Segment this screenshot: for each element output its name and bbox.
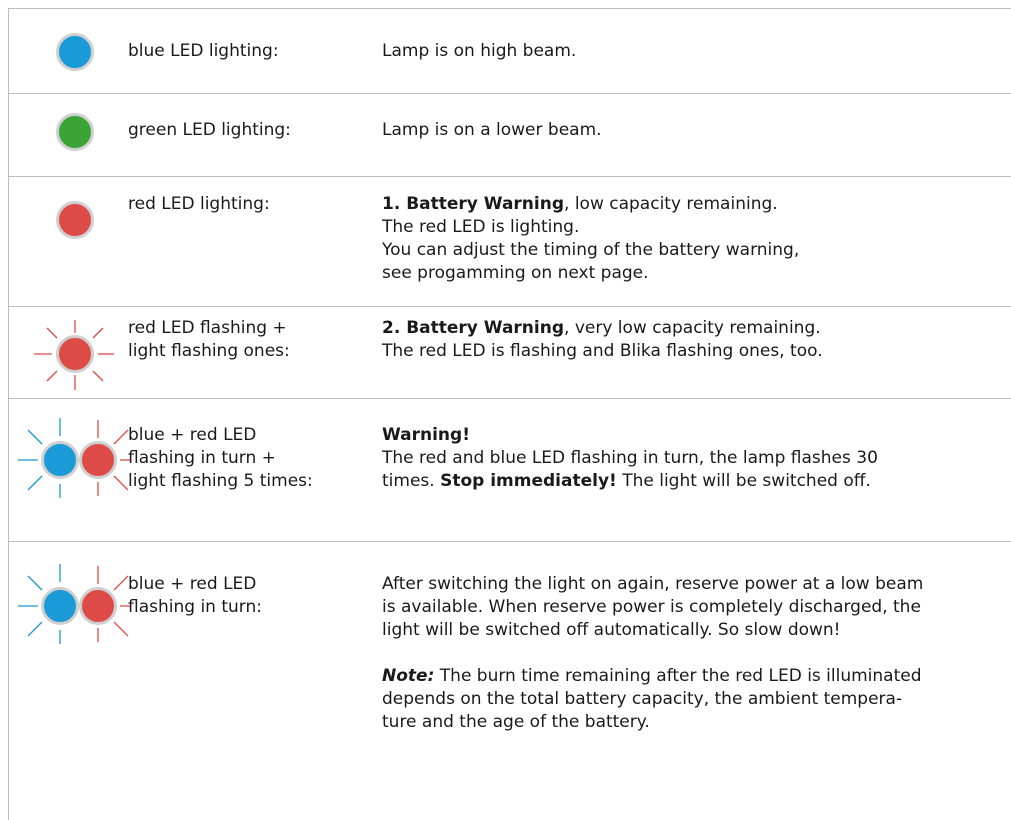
warning-heading: Warning! bbox=[382, 425, 470, 445]
desc-line: Note: The burn time remaining after the … bbox=[382, 666, 922, 686]
desc-line bbox=[382, 642, 982, 665]
divider bbox=[8, 541, 1011, 542]
blue-red-led-flashing-icon bbox=[18, 418, 130, 498]
desc-line: After switching the light on again, rese… bbox=[382, 574, 924, 594]
desc-line: The red LED is flashing and Blika flashi… bbox=[382, 341, 823, 361]
divider bbox=[8, 398, 1011, 399]
desc-line: 2. Battery Warning, very low capacity re… bbox=[382, 318, 821, 338]
battery-warning-1-heading: 1. Battery Warning bbox=[382, 194, 565, 214]
desc-line: Warning! bbox=[382, 424, 982, 447]
desc-line: The red LED is lighting. bbox=[382, 217, 580, 237]
row-desc-blue-red-in-turn: After switching the light on again, rese… bbox=[382, 573, 982, 734]
desc-line: see progamming on next page. bbox=[382, 263, 649, 283]
row-desc-green-led: Lamp is on a lower beam. bbox=[382, 119, 982, 142]
desc-line: is available. When reserve power is comp… bbox=[382, 597, 921, 617]
red-led-flashing-icon bbox=[34, 320, 114, 390]
battery-warning-2-heading: 2. Battery Warning bbox=[382, 318, 565, 338]
divider bbox=[8, 176, 1011, 177]
label-line: flashing in turn: bbox=[128, 597, 262, 617]
desc-line: light will be switched off automatically… bbox=[382, 620, 841, 640]
label-line: blue + red LED bbox=[128, 425, 257, 445]
row-label-blue-red-in-turn: blue + red LED flashing in turn: bbox=[128, 573, 262, 619]
row-label-blue-led: blue LED lighting: bbox=[128, 40, 279, 63]
label-line: blue + red LED bbox=[128, 574, 257, 594]
desc-line: depends on the total battery capacity, t… bbox=[382, 689, 903, 709]
label-line: red LED lighting: bbox=[128, 194, 270, 214]
divider-top bbox=[8, 8, 1011, 9]
label-line: light flashing ones: bbox=[128, 341, 290, 361]
green-led-icon bbox=[56, 113, 94, 151]
desc-line: ture and the age of the battery. bbox=[382, 712, 650, 732]
red-led-icon bbox=[56, 201, 94, 239]
row-label-green-led: green LED lighting: bbox=[128, 119, 291, 142]
blue-led-icon bbox=[56, 33, 94, 71]
desc-line: You can adjust the timing of the battery… bbox=[382, 240, 800, 260]
label-line: light flashing 5 times: bbox=[128, 471, 313, 491]
desc-line: Lamp is on a lower beam. bbox=[382, 120, 602, 140]
row-desc-blue-red-5-times: Warning! The red and blue LED flashing i… bbox=[382, 424, 982, 493]
row-label-blue-red-5-times: blue + red LED flashing in turn + light … bbox=[128, 424, 313, 493]
note-label: Note: bbox=[382, 666, 435, 686]
divider bbox=[8, 93, 1011, 94]
row-desc-red-led: 1. Battery Warning, low capacity remaini… bbox=[382, 193, 982, 285]
stop-immediately-text: Stop immediately! bbox=[440, 471, 617, 491]
desc-line: 1. Battery Warning, low capacity remaini… bbox=[382, 194, 778, 214]
row-label-red-led: red LED lighting: bbox=[128, 193, 270, 216]
left-border bbox=[8, 8, 9, 820]
label-line: blue LED lighting: bbox=[128, 41, 279, 61]
divider bbox=[8, 306, 1011, 307]
row-desc-blue-led: Lamp is on high beam. bbox=[382, 40, 982, 63]
desc-line: times. Stop immediately! The light will … bbox=[382, 471, 871, 491]
label-line: flashing in turn + bbox=[128, 448, 276, 468]
label-line: green LED lighting: bbox=[128, 120, 291, 140]
desc-line: Lamp is on high beam. bbox=[382, 41, 577, 61]
label-line: red LED flashing + bbox=[128, 318, 287, 338]
row-label-red-flashing: red LED flashing + light flashing ones: bbox=[128, 317, 290, 363]
desc-line: The red and blue LED flashing in turn, t… bbox=[382, 448, 878, 468]
blue-red-led-flashing-icon bbox=[18, 564, 130, 644]
row-desc-red-flashing: 2. Battery Warning, very low capacity re… bbox=[382, 317, 982, 363]
